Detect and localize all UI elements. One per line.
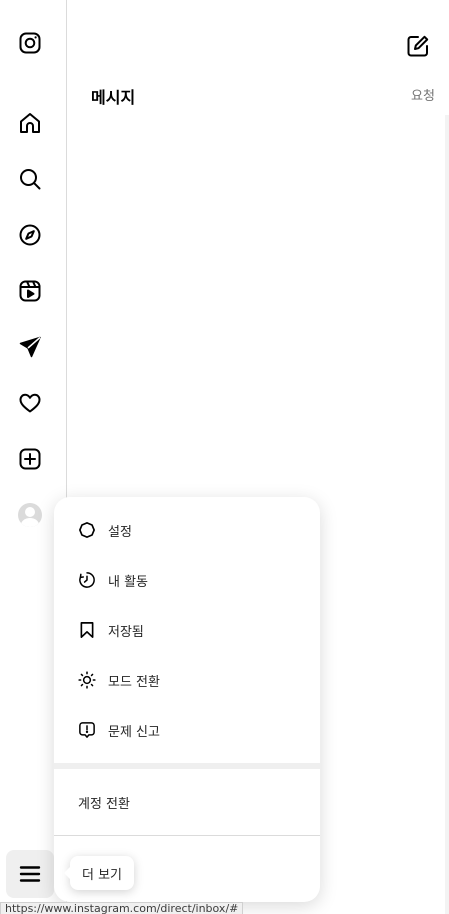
- more-tooltip: 더 보기: [63, 856, 135, 890]
- search-button[interactable]: [6, 155, 54, 203]
- menu-item-label: 저장됨: [108, 624, 144, 640]
- home-icon: [20, 113, 40, 133]
- activity-icon: [79, 572, 95, 588]
- new-message-button[interactable]: [404, 32, 432, 60]
- create-icon: [19, 448, 41, 470]
- menu-divider: [54, 763, 320, 769]
- menu-item-switch-appearance[interactable]: 모드 전환: [62, 657, 312, 703]
- menu-item-your-activity[interactable]: 내 활동: [62, 557, 312, 603]
- report-icon: [79, 722, 95, 738]
- create-button[interactable]: [6, 435, 54, 483]
- menu-item-switch-accounts[interactable]: 계정 전환: [62, 779, 312, 825]
- explore-icon: [19, 224, 41, 246]
- profile-button[interactable]: [6, 491, 54, 539]
- menu-item-label: 문제 신고: [108, 724, 160, 740]
- heart-icon: [19, 393, 41, 413]
- search-icon: [20, 169, 41, 190]
- menu-item-saved[interactable]: 저장됨: [62, 607, 312, 653]
- bookmark-icon: [80, 622, 94, 638]
- more-button[interactable]: [6, 850, 54, 898]
- direct-messages-icon: [19, 336, 41, 358]
- hamburger-menu-icon: [19, 866, 41, 882]
- reels-button[interactable]: [6, 267, 54, 315]
- sun-icon: [78, 671, 96, 689]
- inbox-title: 메시지: [91, 88, 136, 107]
- message-requests-link[interactable]: 요청: [411, 85, 435, 104]
- menu-item-settings[interactable]: 설정: [62, 507, 312, 553]
- instagram-icon: [19, 32, 41, 54]
- instagram-direct-inbox: 메시지 요청 설정 내 활동 저장됨 모드 전환 문제 신고 계정 전환 더 보…: [0, 0, 449, 914]
- instagram-logo-button[interactable]: [6, 19, 54, 67]
- reels-icon: [19, 280, 41, 302]
- inbox-scrollbar[interactable]: [445, 115, 449, 914]
- menu-item-report-problem[interactable]: 문제 신고: [62, 707, 312, 753]
- settings-icon: [79, 522, 95, 538]
- menu-item-label: 내 활동: [108, 574, 149, 590]
- direct-messages-button[interactable]: [6, 323, 54, 371]
- explore-button[interactable]: [6, 211, 54, 259]
- profile-avatar: [18, 503, 42, 527]
- more-menu-popover: 설정 내 활동 저장됨 모드 전환 문제 신고 계정 전환: [54, 497, 320, 902]
- status-bar-url: https://www.instagram.com/direct/inbox/#: [0, 902, 244, 914]
- notifications-button[interactable]: [6, 379, 54, 427]
- compose-icon: [407, 35, 429, 57]
- menu-item-label: 모드 전환: [108, 674, 160, 690]
- home-button[interactable]: [6, 99, 54, 147]
- menu-item-label: 설정: [108, 524, 132, 540]
- menu-divider: [54, 835, 320, 836]
